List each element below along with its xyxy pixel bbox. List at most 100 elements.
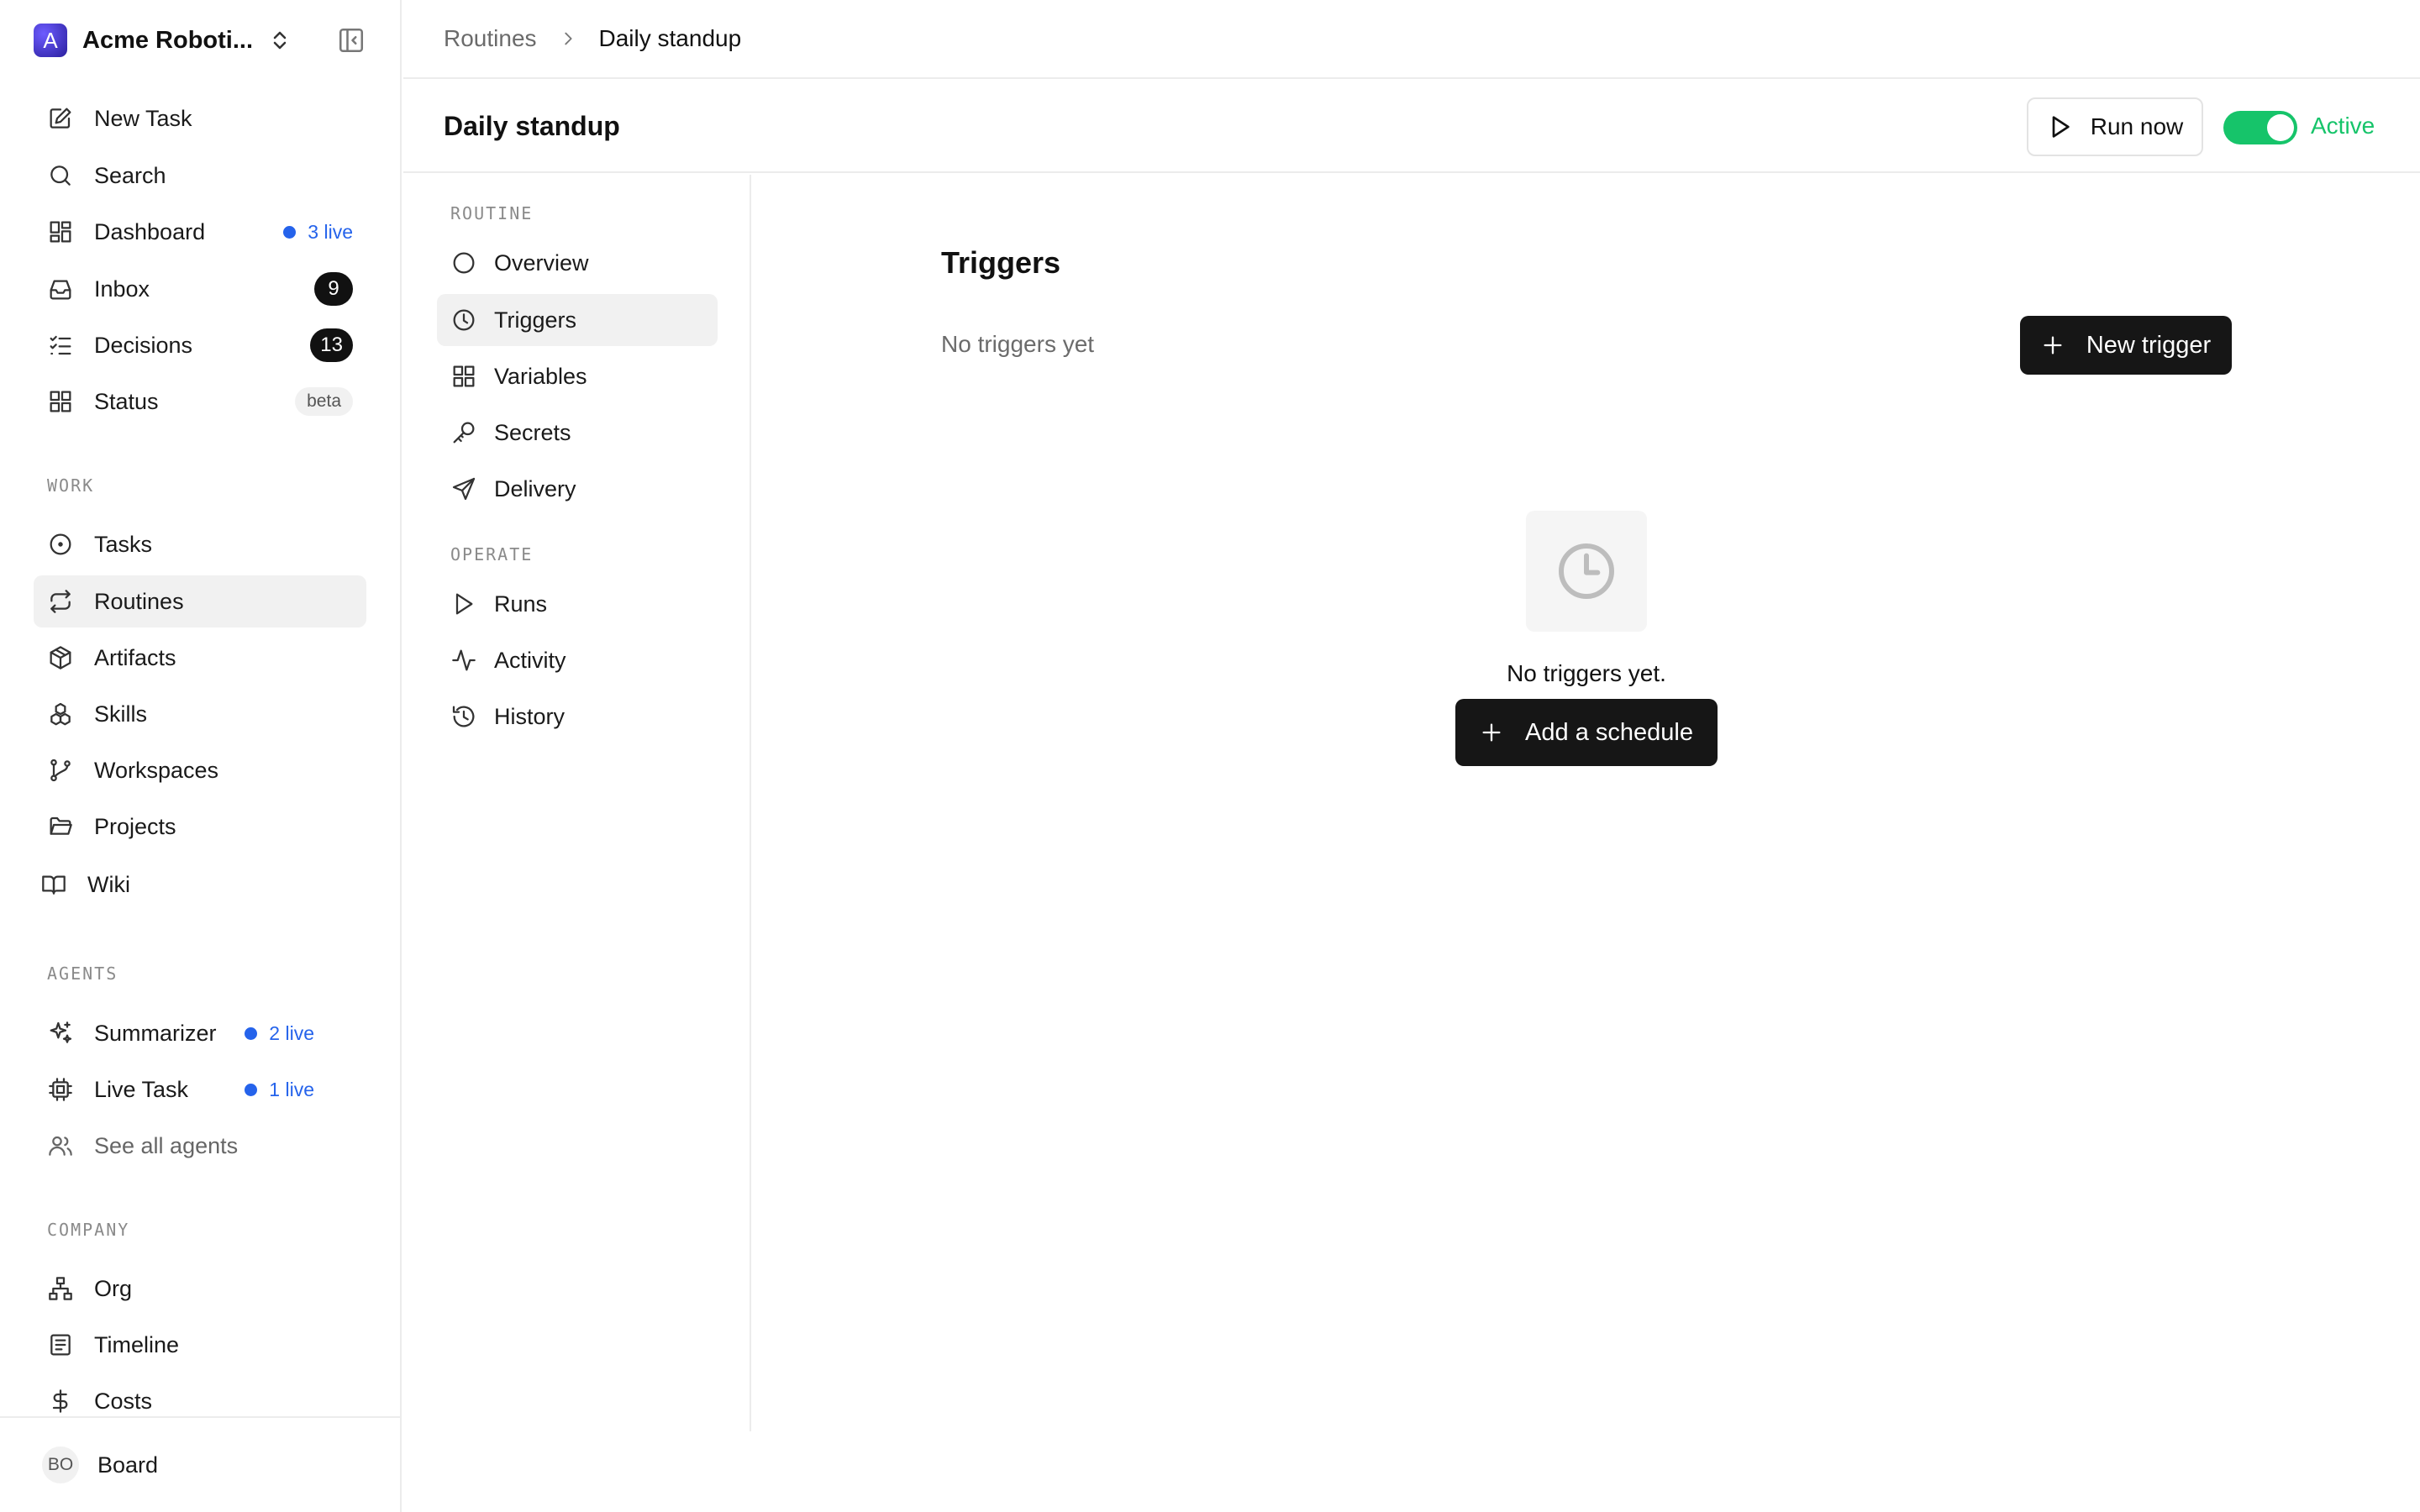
nav-org[interactable]: Org [34, 1263, 366, 1315]
subnav-label: Delivery [494, 475, 576, 501]
beta-badge: beta [295, 387, 353, 416]
nav-status[interactable]: Status beta [34, 375, 366, 428]
nav-agent-live-task[interactable]: Live Task 1 live [34, 1063, 366, 1116]
nav-new-task[interactable]: New Task [34, 92, 366, 144]
toggle-knob [2267, 114, 2294, 141]
subnav-history[interactable]: History [437, 690, 718, 743]
nav-label: Wiki [87, 871, 130, 897]
circle-dot-icon [45, 529, 76, 559]
nav-timeline[interactable]: Timeline [34, 1319, 366, 1371]
inbox-icon [45, 274, 76, 304]
org-chart-icon [45, 1273, 76, 1304]
empty-state-illustration [1526, 511, 1647, 632]
live-dot [245, 1083, 258, 1096]
chevrons-up-down-icon[interactable] [270, 28, 290, 53]
blocks-icon [45, 699, 76, 729]
breadcrumb-routines-link[interactable]: Routines [444, 25, 537, 52]
no-triggers-subtitle: No triggers yet [941, 331, 1095, 357]
workspace-logo: A [34, 24, 67, 57]
subnav-label: Triggers [494, 307, 577, 333]
nav-skills[interactable]: Skills [34, 688, 366, 740]
nav-label: Tasks [94, 531, 153, 557]
nav-label: Workspaces [94, 757, 219, 783]
plus-icon [1482, 723, 1501, 742]
workspace-switcher[interactable]: A Acme Roboti... [34, 20, 370, 60]
add-schedule-button[interactable]: Add a schedule [1455, 699, 1718, 766]
nav-wiki[interactable]: Wiki [27, 858, 360, 911]
nav-projects[interactable]: Projects [34, 801, 366, 853]
subnav-variables[interactable]: Variables [437, 350, 718, 402]
nav-routines[interactable]: Routines [34, 575, 366, 627]
dollar-icon [45, 1386, 76, 1416]
section-label-routine: ROUTINE [450, 203, 534, 223]
section-label-company: COMPANY [47, 1220, 130, 1240]
history-icon [449, 701, 479, 732]
active-toggle[interactable] [2223, 111, 2297, 144]
subnav-label: Variables [494, 363, 587, 389]
nav-inbox[interactable]: Inbox 9 [34, 263, 366, 315]
nav-decisions[interactable]: Decisions 13 [34, 319, 366, 371]
activity-icon [449, 645, 479, 675]
nav-label: Decisions [94, 332, 193, 358]
checklist-icon [45, 330, 76, 360]
nav-search[interactable]: Search [34, 150, 366, 202]
subnav-secrets[interactable]: Secrets [437, 407, 718, 459]
subnav-label: History [494, 703, 566, 729]
run-now-button[interactable]: Run now [2027, 97, 2203, 156]
live-indicator: 3 live [283, 221, 353, 244]
nav-label: Inbox [94, 276, 150, 302]
package-icon [45, 643, 76, 673]
cpu-icon [45, 1074, 76, 1105]
subnav-label: Overview [494, 249, 589, 276]
nav-label: Live Task [94, 1076, 189, 1102]
subnav-overview[interactable]: Overview [437, 237, 718, 289]
send-icon [449, 474, 479, 504]
live-count: 1 live [269, 1078, 314, 1100]
page-header: Daily standup Run now Active [403, 81, 2420, 173]
nav-workspaces[interactable]: Workspaces [34, 744, 366, 796]
app-root: A Acme Roboti... New Task Search Dashboa… [0, 0, 2420, 1512]
active-status-label: Active [2311, 113, 2375, 139]
subnav-label: Activity [494, 647, 566, 673]
sidebar-footer[interactable]: BO Board [0, 1416, 400, 1512]
nav-tasks[interactable]: Tasks [34, 518, 366, 570]
circle-icon [449, 248, 479, 278]
section-label-work: WORK [47, 475, 95, 496]
sidebar-collapse-icon[interactable] [336, 25, 366, 55]
play-icon [2052, 116, 2070, 138]
grid-icon [45, 386, 76, 417]
play-icon [449, 589, 479, 619]
chevron-right-icon [564, 32, 572, 45]
grid-icon [449, 361, 479, 391]
nav-label: Routines [94, 588, 184, 614]
subnav-triggers[interactable]: Triggers [437, 294, 718, 346]
dashboard-icon [45, 217, 76, 247]
breadcrumb: Routines Daily standup [403, 0, 2420, 79]
avatar: BO [42, 1446, 79, 1483]
key-icon [449, 417, 479, 448]
subnav-delivery[interactable]: Delivery [437, 463, 718, 515]
new-trigger-button[interactable]: New trigger [2020, 316, 2232, 375]
sidebar: A Acme Roboti... New Task Search Dashboa… [0, 0, 402, 1512]
nav-label: Projects [94, 813, 176, 839]
subnav-runs[interactable]: Runs [437, 578, 718, 630]
nav-label: See all agents [94, 1132, 239, 1158]
nav-label: Search [94, 162, 166, 188]
nav-agent-summarizer[interactable]: Summarizer 2 live [34, 1007, 366, 1059]
clock-icon [1559, 543, 1614, 599]
decisions-count-badge: 13 [310, 328, 353, 362]
nav-label: Costs [94, 1388, 153, 1414]
nav-see-all-agents[interactable]: See all agents [34, 1120, 366, 1172]
nav-label: Timeline [94, 1331, 180, 1357]
breadcrumb-current: Daily standup [598, 25, 742, 51]
subnav-label: Runs [494, 591, 548, 617]
edit-icon [45, 103, 76, 134]
live-dot [245, 1026, 258, 1040]
nav-artifacts[interactable]: Artifacts [34, 632, 366, 684]
subnav-activity[interactable]: Activity [437, 634, 718, 686]
book-icon [39, 869, 69, 900]
nav-dashboard[interactable]: Dashboard 3 live [34, 206, 366, 258]
section-label-operate: OPERATE [450, 544, 534, 564]
live-dot [283, 225, 297, 239]
folder-icon [45, 811, 76, 842]
